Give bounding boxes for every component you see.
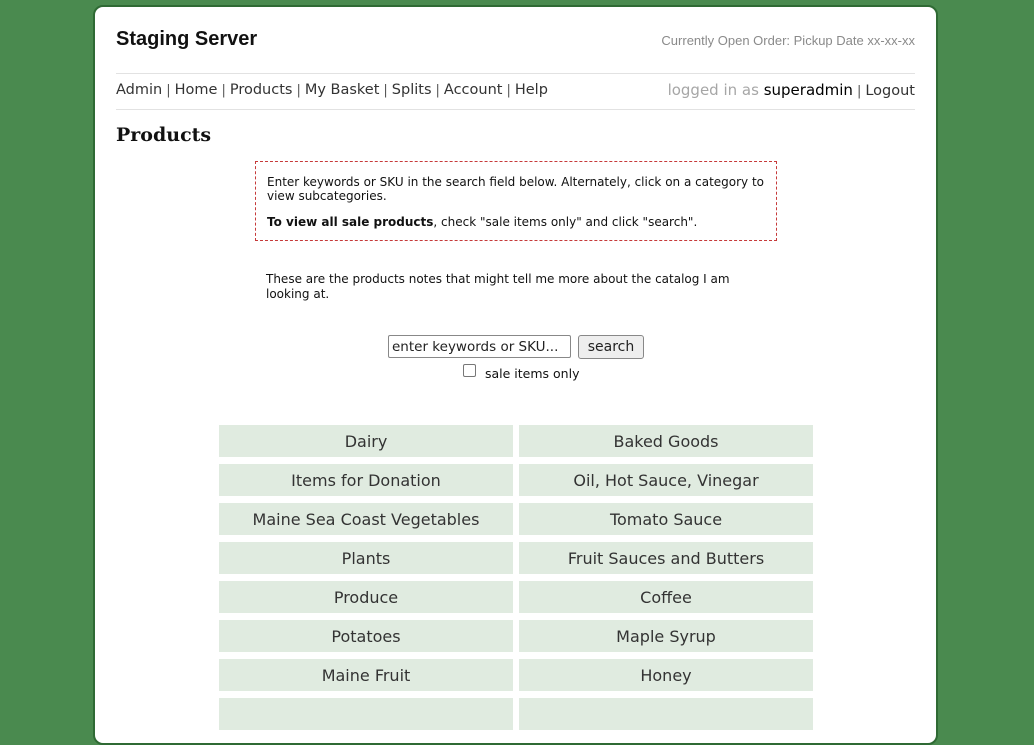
category-maine-fruit[interactable]: Maine Fruit [219, 659, 513, 691]
instructions-text: Enter keywords or SKU in the search fiel… [267, 175, 765, 203]
main-nav: Admin | Home | Products | My Basket | Splits | Acc… [116, 82, 548, 98]
nav-my-basket[interactable]: My Basket [305, 82, 380, 98]
nav-separator: | [221, 83, 226, 98]
nav-home[interactable]: Home [175, 82, 218, 98]
nav-separator: | [506, 83, 511, 98]
nav-help[interactable]: Help [515, 82, 548, 98]
nav-separator: | [383, 83, 388, 98]
nav-splits[interactable]: Splits [392, 82, 432, 98]
nav-products[interactable]: Products [230, 82, 293, 98]
nav-separator: | [856, 84, 862, 99]
sale-instructions-rest: , check "sale items only" and click "sea… [433, 215, 698, 229]
category-dairy[interactable]: Dairy [219, 425, 513, 457]
nav-admin[interactable]: Admin [116, 82, 162, 98]
site-title: Staging Server [116, 28, 258, 50]
logged-in-label: logged in as [667, 81, 759, 99]
account-status: logged in as superadmin | Logout [668, 81, 915, 99]
category-plants[interactable]: Plants [219, 542, 513, 574]
sale-only-label: sale items only [485, 366, 580, 381]
nav-account[interactable]: Account [444, 82, 503, 98]
category-honey[interactable]: Honey [519, 659, 813, 691]
category-items-for-donation[interactable]: Items for Donation [219, 464, 513, 496]
category-fruit-sauces-and-butters[interactable]: Fruit Sauces and Butters [519, 542, 813, 574]
category-potatoes[interactable]: Potatoes [219, 620, 513, 652]
category-oil-hot-sauce-vinegar[interactable]: Oil, Hot Sauce, Vinegar [519, 464, 813, 496]
page-title: Products [116, 124, 212, 146]
category-coffee[interactable]: Coffee [519, 581, 813, 613]
nav-separator: | [435, 83, 440, 98]
page-container: Staging Server Currently Open Order: Pic… [93, 5, 938, 745]
category-maple-syrup[interactable]: Maple Syrup [519, 620, 813, 652]
search-button[interactable]: search [578, 335, 644, 359]
category-maine-sea-coast-vegetables[interactable]: Maine Sea Coast Vegetables [219, 503, 513, 535]
open-order-status: Currently Open Order: Pickup Date xx-xx-… [661, 33, 915, 48]
category-produce[interactable]: Produce [219, 581, 513, 613]
search-instructions: Enter keywords or SKU in the search fiel… [255, 161, 777, 241]
search-input[interactable] [388, 335, 571, 358]
category-tile-partial[interactable] [219, 698, 513, 730]
nav-separator: | [166, 83, 171, 98]
sale-only-checkbox[interactable] [463, 364, 476, 377]
category-grid: Dairy Baked Goods Items for Donation Oil… [219, 425, 819, 730]
nav-separator: | [296, 83, 301, 98]
sale-instructions-bold: To view all sale products [267, 215, 434, 229]
username: superadmin [763, 81, 853, 99]
logout-link[interactable]: Logout [865, 83, 915, 99]
sale-instructions: To view all sale products, check "sale i… [267, 215, 765, 229]
divider [116, 73, 915, 74]
divider [116, 109, 915, 110]
category-baked-goods[interactable]: Baked Goods [519, 425, 813, 457]
products-notes: These are the products notes that might … [266, 272, 730, 301]
category-tile-partial[interactable] [519, 698, 813, 730]
category-tomato-sauce[interactable]: Tomato Sauce [519, 503, 813, 535]
